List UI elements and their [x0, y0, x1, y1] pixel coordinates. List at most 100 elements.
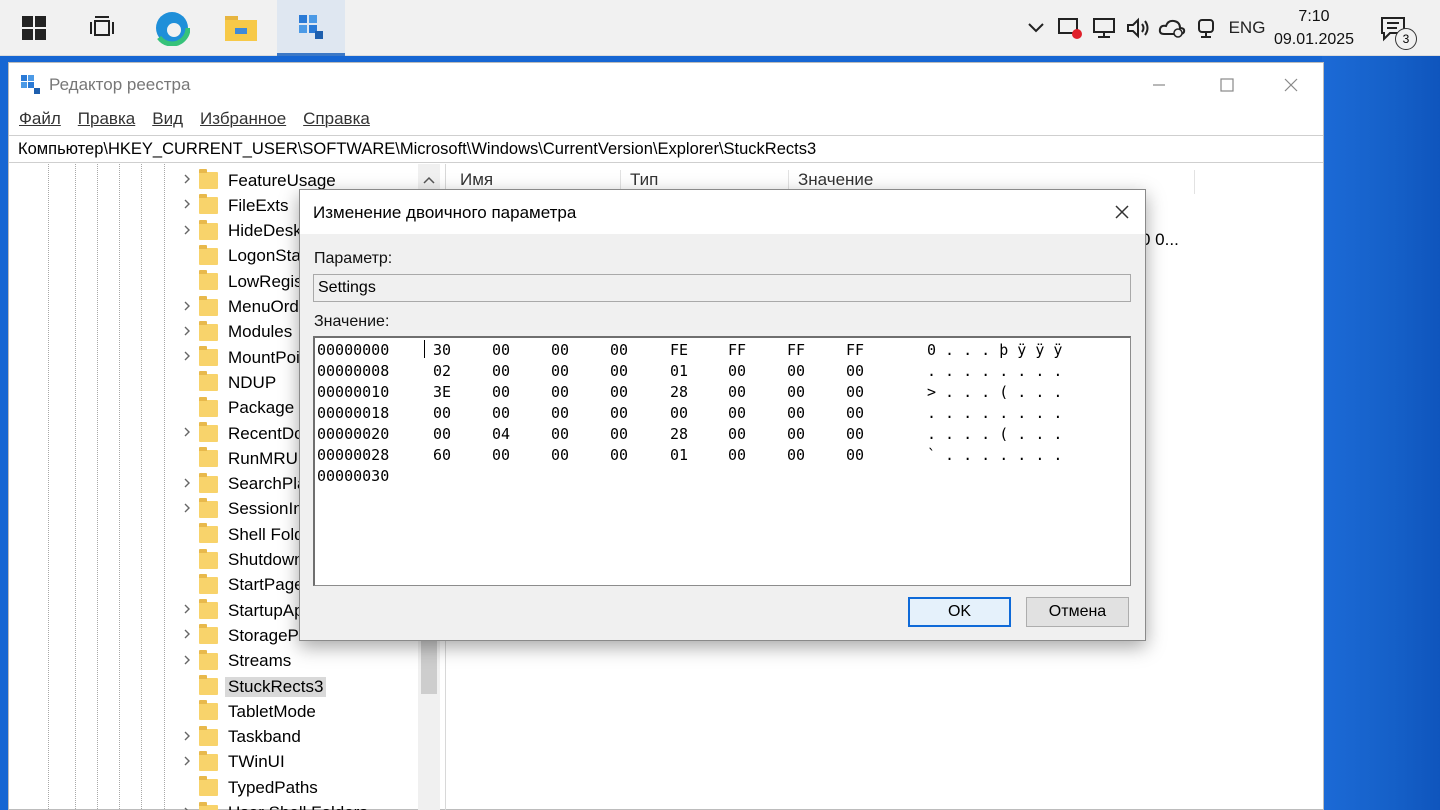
- scroll-up-arrow[interactable]: [418, 164, 440, 192]
- hex-byte[interactable]: FF: [728, 341, 746, 359]
- hex-byte[interactable]: 00: [492, 341, 510, 359]
- hex-byte[interactable]: 60: [433, 446, 451, 464]
- tree-item[interactable]: LowRegist: [177, 269, 307, 294]
- chevron-right-icon[interactable]: [177, 425, 197, 442]
- clock[interactable]: 7:10 09.01.2025: [1270, 5, 1358, 51]
- hex-byte[interactable]: 00: [787, 362, 805, 380]
- task-view-button[interactable]: [68, 0, 136, 56]
- notification-center-button[interactable]: 3: [1372, 10, 1418, 54]
- hex-byte[interactable]: 00: [846, 383, 864, 401]
- hex-byte[interactable]: 30: [433, 341, 451, 359]
- tree-item[interactable]: StartPage: [177, 573, 304, 598]
- tree-item[interactable]: MenuOrde: [177, 295, 308, 320]
- tree-item[interactable]: Modules: [177, 320, 292, 345]
- hex-byte[interactable]: FF: [787, 341, 805, 359]
- hex-byte[interactable]: 01: [670, 446, 688, 464]
- hex-byte[interactable]: 00: [492, 383, 510, 401]
- tree-item[interactable]: TypedPaths: [177, 775, 318, 800]
- menu-help[interactable]: Справка: [293, 107, 377, 133]
- chevron-right-icon[interactable]: [177, 197, 197, 214]
- hex-byte[interactable]: 00: [787, 404, 805, 422]
- hex-byte[interactable]: FF: [846, 341, 864, 359]
- chevron-right-icon[interactable]: [177, 299, 197, 316]
- tree-item[interactable]: RecentDoc: [177, 421, 312, 446]
- hex-byte[interactable]: 00: [492, 362, 510, 380]
- hex-byte[interactable]: 00: [551, 362, 569, 380]
- regedit-taskbar-button[interactable]: [277, 0, 345, 56]
- tree-item[interactable]: LogonStat: [177, 244, 306, 269]
- tree-item[interactable]: Taskband: [177, 725, 301, 750]
- chevron-right-icon[interactable]: [177, 172, 197, 189]
- maximize-button[interactable]: [1197, 67, 1257, 103]
- hex-byte[interactable]: 00: [787, 383, 805, 401]
- hex-byte[interactable]: 00: [610, 404, 628, 422]
- volume-tray[interactable]: [1122, 0, 1154, 56]
- hex-byte[interactable]: 00: [846, 446, 864, 464]
- hex-byte[interactable]: 00: [670, 404, 688, 422]
- hex-byte[interactable]: 00: [610, 341, 628, 359]
- hex-byte[interactable]: 00: [846, 404, 864, 422]
- tree-item[interactable]: Package Ir: [177, 396, 309, 421]
- hex-byte[interactable]: 00: [728, 446, 746, 464]
- cancel-button[interactable]: Отмена: [1026, 597, 1129, 627]
- menu-view[interactable]: Вид: [142, 107, 190, 133]
- hex-byte[interactable]: 00: [846, 362, 864, 380]
- tree-item[interactable]: HideDeskt: [177, 219, 306, 244]
- tree-item[interactable]: Shutdown: [177, 548, 304, 573]
- tree-item[interactable]: StartupAp: [177, 598, 304, 623]
- minimize-button[interactable]: [1129, 67, 1189, 103]
- hex-byte[interactable]: 00: [551, 404, 569, 422]
- hex-byte[interactable]: FE: [670, 341, 688, 359]
- menu-edit[interactable]: Правка: [68, 107, 142, 133]
- show-hidden-icons-chevron[interactable]: [1022, 0, 1050, 56]
- close-button[interactable]: [1261, 67, 1321, 103]
- hex-byte[interactable]: 02: [433, 362, 451, 380]
- tree-item[interactable]: StuckRects3: [177, 674, 327, 699]
- chevron-right-icon[interactable]: [177, 476, 197, 493]
- dialog-titlebar[interactable]: Изменение двоичного параметра: [300, 190, 1145, 234]
- hex-byte[interactable]: 00: [610, 383, 628, 401]
- hex-byte[interactable]: 00: [551, 383, 569, 401]
- hex-byte[interactable]: 00: [433, 404, 451, 422]
- onedrive-tray[interactable]: [1156, 0, 1188, 56]
- chevron-right-icon[interactable]: [177, 223, 197, 240]
- hex-editor[interactable]: 00000000 30 00 00 00 FE FF FF FF 0 . . . þ ÿ ÿ ÿ0…: [313, 336, 1131, 586]
- hex-byte[interactable]: 00: [787, 446, 805, 464]
- hex-byte[interactable]: 00: [433, 425, 451, 443]
- address-bar[interactable]: Компьютер\HKEY_CURRENT_USER\SOFTWARE\Mic…: [9, 135, 1323, 163]
- tree-item[interactable]: User Shell Folders: [177, 801, 368, 810]
- hex-byte[interactable]: 00: [610, 362, 628, 380]
- hex-byte[interactable]: 00: [551, 341, 569, 359]
- tree-item[interactable]: SearchPlat: [177, 472, 311, 497]
- chevron-right-icon[interactable]: [177, 653, 197, 670]
- tree-item[interactable]: StoragePro: [177, 623, 314, 648]
- chevron-right-icon[interactable]: [177, 805, 197, 810]
- hex-byte[interactable]: 00: [492, 446, 510, 464]
- hex-byte[interactable]: 00: [551, 446, 569, 464]
- chevron-right-icon[interactable]: [177, 729, 197, 746]
- hex-byte[interactable]: 00: [728, 425, 746, 443]
- chevron-right-icon[interactable]: [177, 501, 197, 518]
- tree-item[interactable]: SessionInf: [177, 497, 307, 522]
- hex-byte[interactable]: 00: [610, 425, 628, 443]
- hex-byte[interactable]: 04: [492, 425, 510, 443]
- start-button[interactable]: [0, 0, 68, 56]
- menu-favorites[interactable]: Избранное: [190, 107, 293, 133]
- tree-item[interactable]: MountPoi: [177, 345, 300, 370]
- file-explorer-button[interactable]: [207, 0, 275, 56]
- hex-byte[interactable]: 00: [787, 425, 805, 443]
- tree-item[interactable]: TWinUI: [177, 750, 285, 775]
- hex-byte[interactable]: 00: [728, 383, 746, 401]
- hex-byte[interactable]: 00: [492, 404, 510, 422]
- hex-byte[interactable]: 00: [846, 425, 864, 443]
- hex-byte[interactable]: 00: [551, 425, 569, 443]
- hex-byte[interactable]: 00: [728, 404, 746, 422]
- edge-button[interactable]: [138, 0, 206, 56]
- tree-item[interactable]: RunMRU: [177, 446, 298, 471]
- tree-item[interactable]: FileExts: [177, 193, 288, 218]
- chevron-right-icon[interactable]: [177, 349, 197, 366]
- hex-byte[interactable]: 28: [670, 425, 688, 443]
- tree-item[interactable]: Shell Folde: [177, 522, 313, 547]
- tree-item[interactable]: TabletMode: [177, 699, 316, 724]
- network-tray[interactable]: [1088, 0, 1120, 56]
